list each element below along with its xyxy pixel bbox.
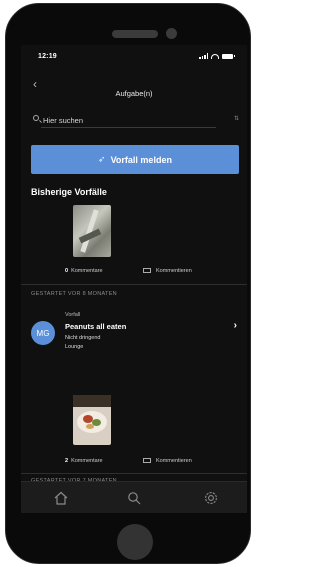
- search-bar: ⇅: [31, 112, 239, 128]
- incident-title[interactable]: Peanuts all eaten: [65, 322, 126, 331]
- home-icon[interactable]: [53, 490, 69, 506]
- report-incident-button[interactable]: ➶ Vorfall melden: [31, 145, 239, 174]
- comment-count: 2 Kommentare: [65, 458, 103, 464]
- app-screen: 12:19 ‹ Aufgabe(n) ⇅ ➶ Vorfall melden Bi…: [21, 45, 247, 513]
- incident-photo[interactable]: [73, 205, 111, 257]
- nav-bar: ‹ Aufgabe(n): [21, 71, 247, 101]
- divider: [21, 284, 247, 285]
- speaker-grille: [112, 30, 158, 38]
- tab-bar: [21, 481, 247, 513]
- section-title: Bisherige Vorfälle: [31, 187, 107, 197]
- status-bar: 12:19: [21, 45, 247, 67]
- avatar: MG: [31, 321, 55, 345]
- chevron-right-icon[interactable]: ›: [234, 320, 237, 331]
- comment-button[interactable]: Kommentieren: [143, 458, 192, 464]
- group-label: GESTARTET VOR 8 MONATEN: [31, 291, 117, 297]
- comment-icon: [143, 458, 151, 463]
- search-icon: [33, 115, 39, 121]
- report-incident-label: Vorfall melden: [110, 154, 172, 165]
- home-hardware-button[interactable]: [117, 524, 153, 560]
- incident-meta-row: 2 Kommentare Kommentieren: [21, 455, 247, 467]
- settings-icon[interactable]: [203, 490, 219, 506]
- battery-icon: [222, 53, 235, 59]
- incident-type: Vorfall: [65, 312, 81, 318]
- search-underline: [41, 127, 216, 128]
- comment-icon: [143, 268, 151, 273]
- filter-icon[interactable]: ⇅: [234, 115, 239, 122]
- divider: [21, 473, 247, 474]
- comment-button[interactable]: Kommentieren: [143, 268, 192, 274]
- incident-priority: Nicht dringend: [65, 335, 101, 341]
- incident-location: Lounge: [65, 344, 84, 350]
- signal-icon: [199, 53, 208, 59]
- incident-photo[interactable]: [73, 395, 111, 445]
- page-title: Aufgabe(n): [115, 89, 153, 98]
- comment-count: 0 Kommentare: [65, 268, 103, 274]
- search-icon[interactable]: [126, 490, 142, 506]
- wifi-icon: [211, 53, 219, 59]
- status-time: 12:19: [38, 53, 57, 60]
- status-icons: [199, 53, 235, 59]
- report-icon: ➶: [98, 154, 106, 164]
- front-camera: [166, 28, 177, 39]
- phone-frame: 12:19 ‹ Aufgabe(n) ⇅ ➶ Vorfall melden Bi…: [5, 3, 251, 564]
- incident-meta-row: 0 Kommentare Kommentieren: [21, 265, 247, 277]
- search-input[interactable]: [43, 114, 213, 126]
